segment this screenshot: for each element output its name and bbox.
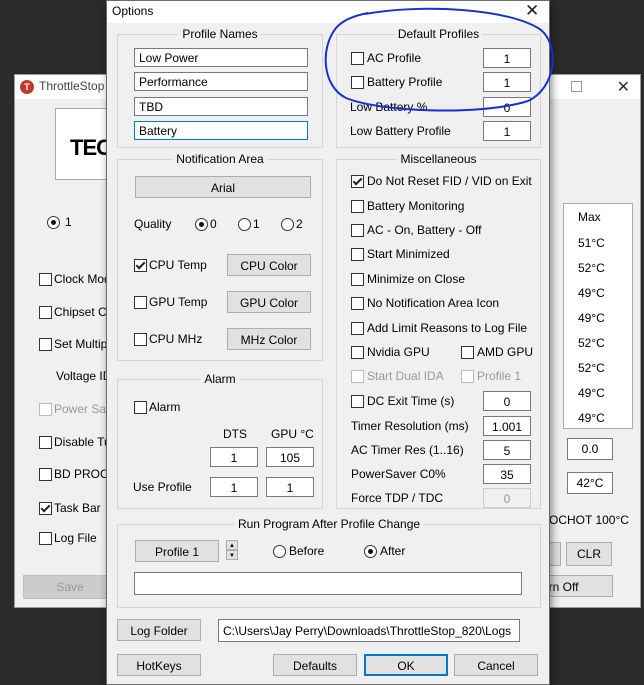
annotation-circle xyxy=(324,7,554,112)
